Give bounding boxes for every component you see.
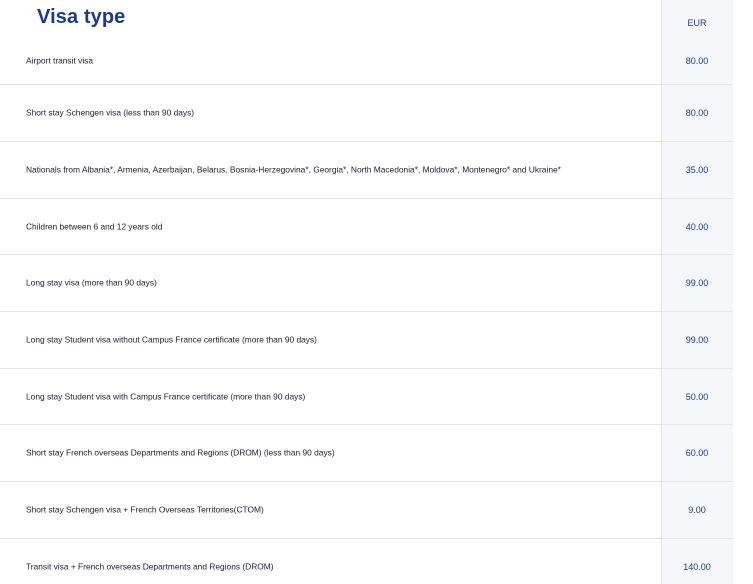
table-row: Long stay visa (more than 90 days) 99.00: [0, 255, 733, 312]
table-row: Long stay Student visa with Campus Franc…: [0, 369, 733, 425]
visa-price: 99.00: [685, 335, 709, 345]
visa-type-label: Children between 6 and 12 years old: [26, 220, 163, 231]
table-row: Short stay Schengen visa + French Overse…: [0, 482, 733, 539]
table-title: Visa type: [37, 6, 126, 28]
table-row: Nationals from Albania*, Armenia, Azerba…: [0, 142, 733, 199]
table-row: Short stay French overseas Departments a…: [0, 425, 733, 482]
table-header: Visa type EUR: [0, 0, 733, 37]
visa-type-label: Nationals from Albania*, Armenia, Azerba…: [26, 164, 561, 175]
visa-type-label: Transit visa + French overseas Departmen…: [26, 561, 274, 572]
table-row: Long stay Student visa without Campus Fr…: [0, 312, 733, 369]
visa-price: 35.00: [685, 165, 709, 175]
visa-price: 99.00: [685, 278, 709, 288]
visa-type-label: Long stay visa (more than 90 days): [26, 277, 157, 288]
visa-price: 50.00: [685, 391, 709, 402]
visa-type-label: Short stay Schengen visa + French Overse…: [26, 504, 264, 515]
visa-fee-table: Visa type EUR Airport transit visa 80.00…: [0, 0, 733, 584]
visa-price: 80.00: [685, 55, 709, 66]
visa-type-label: Short stay French overseas Departments a…: [26, 447, 335, 458]
visa-price: 140.00: [683, 562, 711, 572]
visa-type-label: Long stay Student visa without Campus Fr…: [26, 334, 317, 345]
visa-type-label: Short stay Schengen visa (less than 90 d…: [26, 107, 195, 118]
table-row: Short stay Schengen visa (less than 90 d…: [0, 85, 733, 142]
visa-price: 60.00: [685, 448, 709, 458]
table-row: Airport transit visa 80.00: [0, 37, 733, 85]
table-row: Children between 6 and 12 years old 40.0…: [0, 199, 733, 255]
visa-type-label: Long stay Student visa with Campus Franc…: [26, 390, 306, 401]
currency-header: EUR: [687, 17, 707, 28]
visa-price: 9.00: [688, 505, 706, 515]
visa-price: 40.00: [685, 221, 709, 232]
table-row: Transit visa + French overseas Departmen…: [0, 539, 733, 584]
visa-type-label: Airport transit visa: [26, 54, 94, 65]
visa-price: 80.00: [685, 108, 709, 118]
